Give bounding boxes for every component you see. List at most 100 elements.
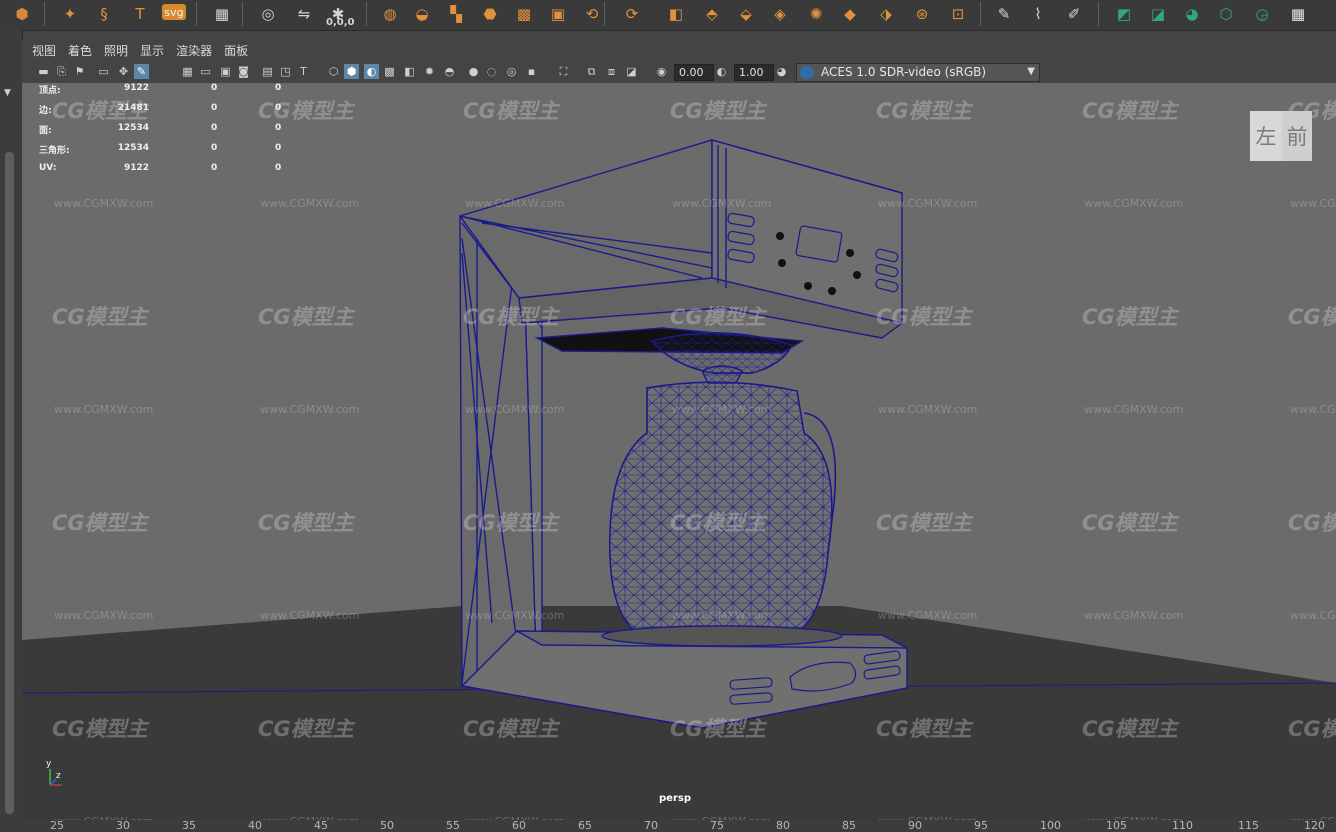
wireframe-icon[interactable]: ⬡: [326, 64, 341, 79]
watermark-url: www.CGMXW.com: [672, 609, 772, 622]
shelf-toolbar: ⬢ ✦ § Tsvg ▦ ◎ ⇋ ✱ ◍ ◒ ▚ ⬣ ▩ ▣ ⟲ ⟳ ◧ ⬘ ⬙ ◈ ✺ ◆ ⬗ ⊛ ⊡ ✎ ⌇ ✐ ◩ ◪ ◕ ⬡ ◶ ▦ 0,0…: [0, 0, 1336, 31]
lights-icon[interactable]: ✹: [422, 64, 437, 79]
watermark-logo: CG模型主: [670, 305, 766, 329]
hud-label: 面:: [39, 126, 52, 136]
uv-planar-icon[interactable]: ◩: [1112, 2, 1136, 26]
poke-icon[interactable]: ◆: [838, 2, 862, 26]
hud-row: 边: 21481 0 0: [39, 103, 299, 123]
watermark-logo: CG模型主: [1082, 305, 1178, 329]
shelf-separator: [1098, 2, 1099, 26]
shelf-separator: [366, 2, 367, 26]
perspective-viewport[interactable]: CG模型主 www.CGMXW.com CG模型主 www.CGMXW.com CG模型…: [22, 83, 1336, 820]
isolate-select-icon[interactable]: ⛶: [556, 64, 571, 79]
uv-auto-icon[interactable]: ⬡: [1214, 2, 1238, 26]
xray-icon[interactable]: ◧: [402, 64, 417, 79]
smooth-icon[interactable]: ⬣: [478, 2, 502, 26]
poly-helix-icon[interactable]: §: [92, 2, 116, 26]
xray-joints-icon[interactable]: ⧉: [584, 64, 599, 79]
gate-mask-icon[interactable]: ◙: [236, 64, 251, 79]
mirror-tool-icon[interactable]: ⇋: [292, 2, 316, 26]
viewcube-left-face[interactable]: 左: [1250, 111, 1282, 161]
boolean-icon[interactable]: ▩: [512, 2, 536, 26]
connect-icon[interactable]: ✎: [992, 2, 1016, 26]
hud-row: 顶点: 9122 0 0: [39, 83, 299, 103]
svg-tool-icon[interactable]: svg: [162, 4, 186, 20]
field-chart-icon[interactable]: ▤: [260, 64, 275, 79]
knife-icon[interactable]: ⌇: [1026, 2, 1050, 26]
viewcube-front-face[interactable]: 前: [1282, 111, 1312, 161]
viewcube[interactable]: 左 前: [1250, 111, 1312, 165]
multisample-aa-icon[interactable]: ◎: [504, 64, 519, 79]
grid-icon[interactable]: ▦: [180, 64, 195, 79]
menu-lighting[interactable]: 照明: [104, 42, 128, 59]
merge-icon[interactable]: ◈: [768, 2, 792, 26]
exposure-field[interactable]: 0.00: [674, 64, 714, 81]
film-gate-icon[interactable]: ▭: [198, 64, 213, 79]
color-management-icon[interactable]: ◕: [774, 64, 789, 79]
fill-hole-icon[interactable]: ▣: [546, 2, 570, 26]
select-camera-icon[interactable]: ▬: [36, 64, 51, 79]
collapse-icon[interactable]: ⊡: [946, 2, 970, 26]
screen-space-ao-icon[interactable]: ●: [466, 64, 481, 79]
shadows-icon[interactable]: ◓: [442, 64, 457, 79]
safe-action-icon[interactable]: ◳: [278, 64, 293, 79]
motion-blur-icon[interactable]: ◌: [484, 64, 499, 79]
uv-cylindrical-icon[interactable]: ◪: [1146, 2, 1170, 26]
grease-pencil-icon[interactable]: ✎: [134, 64, 149, 79]
gamma-field[interactable]: 1.00: [734, 64, 774, 81]
extract-icon[interactable]: ▚: [444, 2, 468, 26]
target-weld-icon[interactable]: ✺: [804, 2, 828, 26]
watermark-url: www.CGMXW.com: [54, 197, 154, 210]
watermark-url: www.CGMXW.com: [260, 197, 360, 210]
gamma-icon[interactable]: ◐: [714, 64, 729, 79]
bookmark-icon[interactable]: ⚑: [72, 64, 87, 79]
type-grid-icon[interactable]: ▦: [210, 2, 234, 26]
resolution-gate-icon[interactable]: ▣: [218, 64, 233, 79]
use-default-material-icon[interactable]: ◐: [364, 64, 379, 79]
exposure-icon[interactable]: ◉: [654, 64, 669, 79]
xray-active-icon[interactable]: ⧈: [604, 64, 619, 79]
watermark-logo: CG模型主: [258, 511, 354, 535]
circularize-icon[interactable]: ⊛: [910, 2, 934, 26]
hud-v1: 12534: [117, 123, 149, 133]
left-scrollbar[interactable]: [5, 152, 14, 814]
camera-attributes-icon[interactable]: ⎘: [54, 64, 69, 79]
multi-cut-icon[interactable]: ✐: [1062, 2, 1086, 26]
panel-toolbar: ▬ ⎘ ⚑ ▭ ✥ ✎ ▦ ▭ ▣ ◙ ▤ ◳ T ⬡ ⬢ ◐ ▩ ◧ ✹ ◓ ● ◌ ◎ ▪ ⛶ ⧉ ⧈ ◪ ◉ ◐ ◕ 0.00 1.0…: [22, 61, 1336, 84]
remesh-icon[interactable]: ⟳: [620, 2, 644, 26]
wedge-icon[interactable]: ⬗: [874, 2, 898, 26]
time-slider[interactable]: 25 30 35 40 45 50 55 60 65 70 75 80 85 90 95 100 105 110 1…: [0, 820, 1336, 832]
text-tool-icon[interactable]: T: [128, 2, 152, 26]
wireframe-on-shaded-icon[interactable]: ▩: [382, 64, 397, 79]
2d-pan-zoom-icon[interactable]: ✥: [116, 64, 131, 79]
depth-of-field-icon[interactable]: ▪: [524, 64, 539, 79]
color-space-dropdown[interactable]: ACES 1.0 SDR-video (sRGB) ▼: [796, 63, 1040, 82]
reduce-icon[interactable]: ⟲: [580, 2, 604, 26]
menu-show[interactable]: 显示: [140, 42, 164, 59]
poly-superellipse-icon[interactable]: ✦: [58, 2, 82, 26]
axis-y-label: y: [46, 759, 52, 769]
uv-editor-icon[interactable]: ▦: [1286, 2, 1310, 26]
separate-icon[interactable]: ◒: [410, 2, 434, 26]
bridge-icon[interactable]: ⬘: [700, 2, 724, 26]
image-plane-icon[interactable]: ▭: [96, 64, 111, 79]
watermark-url: www.CGMXW.com: [54, 609, 154, 622]
uv-camera-icon[interactable]: ◶: [1250, 2, 1274, 26]
collapse-arrow-icon[interactable]: ▼: [4, 88, 11, 98]
safe-title-icon[interactable]: T: [296, 64, 311, 79]
menu-panels[interactable]: 面板: [224, 42, 248, 59]
smooth-shade-icon[interactable]: ⬢: [344, 64, 359, 79]
hud-label: 顶点:: [39, 86, 61, 96]
extrude-icon[interactable]: ◧: [664, 2, 688, 26]
menu-renderer[interactable]: 渲染器: [176, 42, 212, 59]
bevel-icon[interactable]: ⬙: [734, 2, 758, 26]
sculpt-select-icon[interactable]: ◎: [256, 2, 280, 26]
backface-culling-icon[interactable]: ◪: [624, 64, 639, 79]
shelf-separator: [604, 2, 605, 26]
poly-platonic-icon[interactable]: ⬢: [10, 2, 34, 26]
combine-icon[interactable]: ◍: [378, 2, 402, 26]
watermark-logo: CG模型主: [1082, 99, 1178, 123]
uv-spherical-icon[interactable]: ◕: [1180, 2, 1204, 26]
menu-view[interactable]: 视图: [32, 42, 56, 59]
menu-shading[interactable]: 着色: [68, 42, 92, 59]
